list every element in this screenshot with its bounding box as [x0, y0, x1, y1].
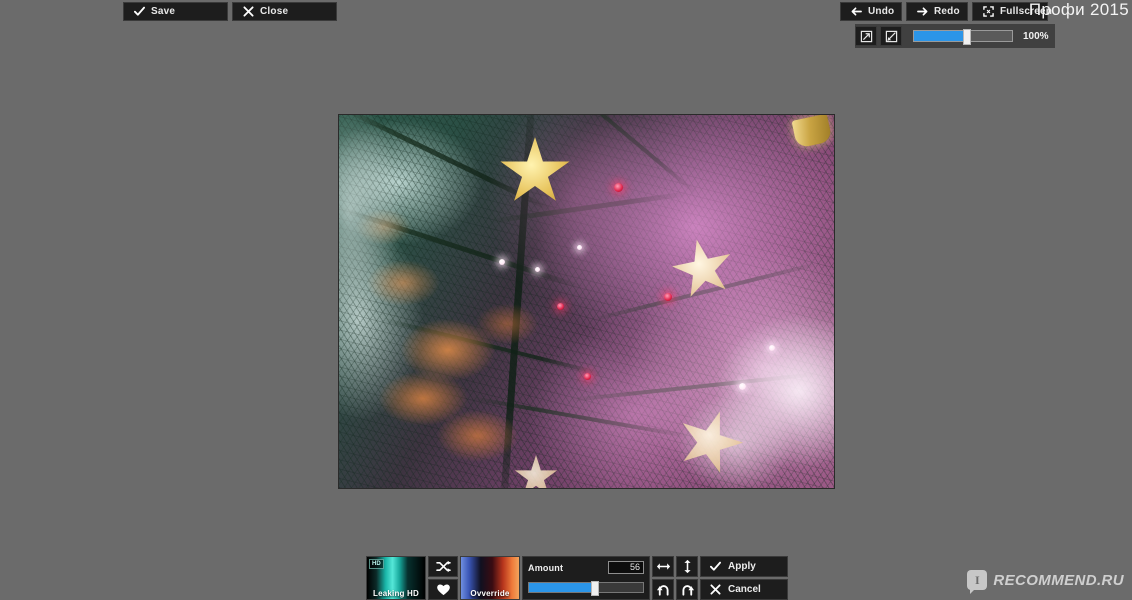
flip-vertical-icon [682, 559, 693, 574]
hd-badge: HD [369, 559, 384, 569]
favorite-button[interactable] [428, 579, 458, 600]
zoom-level-label: 100% [1023, 30, 1049, 42]
light-bulb-white [769, 345, 775, 351]
light-bulb-white [577, 245, 582, 250]
amount-row: Amount 56 [528, 561, 644, 574]
heart-icon [436, 583, 451, 596]
zoom-fit-icon [860, 30, 873, 43]
light-bulb-white [739, 383, 746, 390]
rotate-right-icon [680, 583, 695, 597]
image-canvas[interactable] [338, 114, 835, 489]
zoom-actual-button[interactable] [880, 26, 902, 46]
filter-toolbar: HD Leaking HD Ovverride Amount 56 Apply … [366, 556, 788, 600]
check-icon [710, 561, 721, 572]
rotate-right-button[interactable] [676, 579, 698, 600]
close-button-label: Close [260, 6, 289, 17]
light-bulb-white [535, 267, 540, 272]
watermark-text: RECOMMEND.RU [993, 571, 1124, 589]
light-bulb-red [584, 373, 591, 380]
light-bulb-red [614, 183, 623, 192]
zoom-toolbar: 100% [855, 24, 1055, 48]
watermark: I RECOMMEND.RU [967, 570, 1124, 594]
save-button[interactable]: Save [123, 2, 228, 21]
fullscreen-icon [983, 6, 994, 17]
watermark-badge: I [967, 570, 988, 594]
close-icon [243, 6, 254, 17]
photo-glow-layer [339, 115, 834, 488]
top-left-toolbar: Save Close [123, 2, 337, 21]
arrow-right-icon [917, 6, 928, 17]
shuffle-icon [435, 560, 451, 573]
flip-vertical-button[interactable] [676, 556, 698, 577]
amount-value-field[interactable]: 56 [608, 561, 644, 574]
amount-slider-handle[interactable] [590, 581, 599, 596]
close-button[interactable]: Close [232, 2, 337, 21]
zoom-slider-fill [914, 31, 965, 41]
amount-label: Amount [528, 562, 564, 573]
close-icon [710, 584, 721, 595]
preset-thumbnail-ovverride[interactable]: Ovverride [460, 556, 520, 600]
amount-control-group: Amount 56 [522, 556, 650, 600]
zoom-fit-button[interactable] [855, 26, 877, 46]
preset-thumbnail-leaking-hd[interactable]: HD Leaking HD [366, 556, 426, 600]
flip-horizontal-button[interactable] [652, 556, 674, 577]
transform-button-grid [652, 556, 698, 600]
undo-button-label: Undo [868, 6, 895, 17]
amount-slider[interactable] [528, 581, 644, 596]
zoom-slider-handle[interactable] [963, 29, 971, 45]
light-bulb-red [664, 293, 672, 301]
save-button-label: Save [151, 6, 176, 17]
light-bulb-white [499, 259, 505, 265]
brand-title: Профи 2015 [1028, 0, 1129, 19]
amount-slider-fill [529, 583, 593, 592]
shuffle-button[interactable] [428, 556, 458, 577]
arrow-left-icon [851, 6, 862, 17]
flip-horizontal-icon [656, 561, 671, 572]
rotate-left-button[interactable] [652, 579, 674, 600]
apply-button-label: Apply [728, 561, 756, 572]
preset-thumbnail-label: Ovverride [470, 589, 510, 598]
check-icon [134, 6, 145, 17]
light-bulb-red [557, 303, 564, 310]
rotate-left-icon [656, 583, 671, 597]
redo-button[interactable]: Redo [906, 2, 968, 21]
zoom-slider[interactable] [913, 29, 1013, 45]
apply-button[interactable]: Apply [700, 556, 788, 577]
top-right-toolbar: Undo Redo Fullscreen [840, 2, 1052, 21]
preset-action-column [428, 556, 458, 600]
cancel-button[interactable]: Cancel [700, 579, 788, 600]
cancel-button-label: Cancel [728, 584, 761, 595]
zoom-actual-icon [885, 30, 898, 43]
apply-cancel-column: Apply Cancel [700, 556, 788, 600]
undo-button[interactable]: Undo [840, 2, 902, 21]
preset-thumbnail-label: Leaking HD [372, 589, 419, 598]
redo-button-label: Redo [934, 6, 960, 17]
